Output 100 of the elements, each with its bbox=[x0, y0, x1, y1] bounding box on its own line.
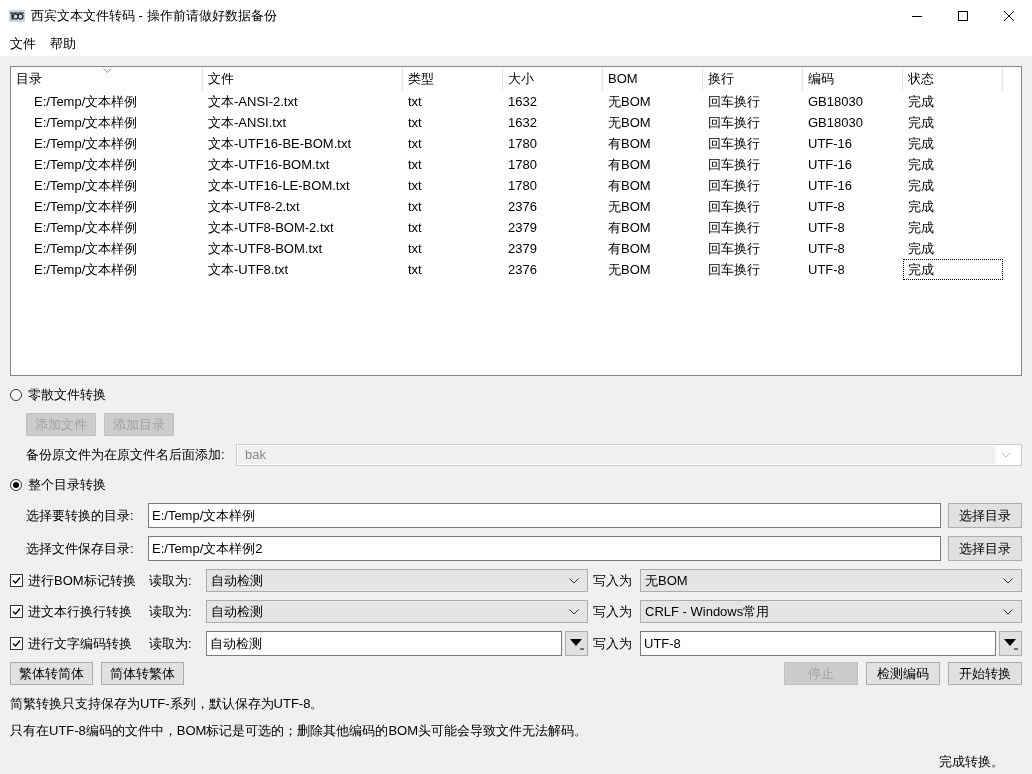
dropdown-button[interactable] bbox=[565, 631, 588, 656]
table-cell-text: 无BOM bbox=[607, 261, 652, 279]
note-text: 简繁转换只支持保存为UTF-系列，默认保存为UTF-8。 bbox=[10, 695, 325, 712]
table-cell-text: 回车换行 bbox=[707, 114, 761, 132]
table-cell-text: 文本-UTF8-BOM.txt bbox=[207, 240, 324, 258]
write-as-combo[interactable]: UTF-8 bbox=[640, 631, 996, 656]
table-cell-text: 2376 bbox=[507, 198, 538, 216]
table-cell-text: 文本-UTF16-BE-BOM.txt bbox=[207, 135, 352, 153]
start-button[interactable]: 开始转换 bbox=[948, 662, 1022, 685]
radio-label[interactable]: 整个目录转换 bbox=[28, 476, 106, 494]
table-cell-text: txt bbox=[407, 198, 423, 216]
table-cell-text: 完成 bbox=[907, 240, 935, 258]
table-cell-text: 1780 bbox=[507, 177, 538, 195]
triangle-down-icon bbox=[1003, 637, 1018, 650]
table-cell-text: 无BOM bbox=[607, 198, 652, 216]
table-cell-text: 有BOM bbox=[607, 177, 652, 195]
table-cell-text: 无BOM bbox=[607, 93, 652, 111]
column-header[interactable]: 目录 bbox=[11, 67, 203, 91]
column-header[interactable]: 文件 bbox=[203, 67, 403, 91]
table-cell-text: 完成 bbox=[907, 93, 935, 111]
write-as-combo[interactable]: CRLF - Windows常用 bbox=[640, 600, 1022, 623]
write-as-combo[interactable]: 无BOM bbox=[640, 569, 1022, 592]
table-cell-text: 完成 bbox=[907, 135, 935, 153]
table-cell-text: txt bbox=[407, 135, 423, 153]
table-cell-text: 回车换行 bbox=[707, 93, 761, 111]
choose-directory-button[interactable]: 选择目录 bbox=[948, 503, 1022, 528]
read-as-combo[interactable]: 自动检测 bbox=[206, 631, 562, 656]
read-as-label: 读取为: bbox=[148, 571, 193, 590]
radio-label[interactable]: 零散文件转换 bbox=[28, 386, 106, 404]
detect-encoding-button[interactable]: 检测编码 bbox=[866, 662, 940, 685]
checkbox-label[interactable]: 进行BOM标记转换 bbox=[28, 571, 136, 590]
column-header[interactable]: 大小 bbox=[503, 67, 603, 91]
table-cell-text: txt bbox=[407, 240, 423, 258]
table-cell-text: UTF-8 bbox=[807, 261, 846, 279]
menu-item[interactable]: 帮助 bbox=[43, 35, 83, 53]
table-cell-text: txt bbox=[407, 114, 423, 132]
table-cell-text: 回车换行 bbox=[707, 240, 761, 258]
dropdown-button[interactable] bbox=[999, 631, 1022, 656]
table-cell-text: 回车换行 bbox=[707, 219, 761, 237]
table-cell-text: 回车换行 bbox=[707, 135, 761, 153]
convert-button[interactable]: 繁体转简体 bbox=[10, 662, 93, 685]
checkbox-label[interactable]: 进文本行换行转换 bbox=[28, 602, 132, 621]
table-cell-text: txt bbox=[407, 219, 423, 237]
window-title: 西宾文本文件转码 - 操作前请做好数据备份 bbox=[31, 7, 278, 25]
table-cell-text: 文本-UTF16-LE-BOM.txt bbox=[207, 177, 351, 195]
table-cell-text: UTF-16 bbox=[807, 156, 854, 174]
table-cell-text: 完成 bbox=[907, 114, 935, 132]
checkbox[interactable] bbox=[10, 605, 23, 618]
checkbox-label[interactable]: 进行文字编码转换 bbox=[28, 634, 132, 653]
table-cell-text: GB18030 bbox=[807, 93, 864, 111]
table-cell-text: txt bbox=[407, 93, 423, 111]
choose-directory-button[interactable]: 选择目录 bbox=[948, 536, 1022, 561]
table-cell-text: 文本-ANSI-2.txt bbox=[207, 93, 299, 111]
table-cell-text: UTF-8 bbox=[807, 198, 846, 216]
table-cell-text: 文本-ANSI.txt bbox=[207, 114, 287, 132]
table-cell-text: 文本-UTF8-BOM-2.txt bbox=[207, 219, 335, 237]
write-as-label: 写入为 bbox=[592, 602, 633, 621]
checkbox[interactable] bbox=[10, 574, 23, 587]
column-header[interactable]: 状态 bbox=[903, 67, 1003, 91]
read-as-combo[interactable]: 自动检测 bbox=[206, 569, 588, 592]
directory-field[interactable]: E:/Temp/文本样例 bbox=[148, 503, 941, 528]
table-cell-text: 有BOM bbox=[607, 219, 652, 237]
column-header[interactable]: 类型 bbox=[403, 67, 503, 91]
column-header[interactable]: 编码 bbox=[803, 67, 903, 91]
table-cell-text: E:/Temp/文本样例 bbox=[33, 114, 139, 132]
note-text: 只有在UTF-8编码的文件中，BOM标记是可选的；删除其他编码的BOM头可能会导致文件无法解码。 bbox=[10, 722, 589, 739]
table-cell-text: 2376 bbox=[507, 261, 538, 279]
status-text: 完成转换。 bbox=[939, 753, 1004, 771]
table-cell-text: E:/Temp/文本样例 bbox=[33, 219, 139, 237]
chevron-down-icon bbox=[1003, 577, 1013, 584]
table-cell-text: UTF-8 bbox=[807, 240, 846, 258]
table-cell-text: 有BOM bbox=[607, 240, 652, 258]
table-cell-text: E:/Temp/文本样例 bbox=[33, 240, 139, 258]
close-icon[interactable] bbox=[1004, 11, 1014, 21]
directory-field[interactable]: E:/Temp/文本样例2 bbox=[148, 536, 941, 561]
table-cell-text: E:/Temp/文本样例 bbox=[33, 198, 139, 216]
convert-button[interactable]: 简体转繁体 bbox=[101, 662, 184, 685]
chevron-down-icon bbox=[569, 577, 579, 584]
table-cell-text: E:/Temp/文本样例 bbox=[33, 135, 139, 153]
table-cell-text: E:/Temp/文本样例 bbox=[33, 93, 139, 111]
chevron-down-icon bbox=[1003, 608, 1013, 615]
table-cell-text: E:/Temp/文本样例 bbox=[33, 177, 139, 195]
menu-item[interactable]: 文件 bbox=[3, 35, 43, 53]
table-cell-text: 1780 bbox=[507, 156, 538, 174]
table-cell-text: 回车换行 bbox=[707, 177, 761, 195]
table-cell-text: 完成 bbox=[907, 156, 935, 174]
table-cell-text: UTF-16 bbox=[807, 135, 854, 153]
checkbox[interactable] bbox=[10, 637, 23, 650]
table-cell-text: 有BOM bbox=[607, 156, 652, 174]
column-header[interactable]: BOM bbox=[603, 67, 703, 91]
table-cell-text: 文本-UTF8-2.txt bbox=[207, 198, 301, 216]
column-header[interactable]: 换行 bbox=[703, 67, 803, 91]
read-as-combo[interactable]: 自动检测 bbox=[206, 600, 588, 623]
write-as-label: 写入为 bbox=[592, 634, 633, 653]
table-cell-text: GB18030 bbox=[807, 114, 864, 132]
table-cell-text: txt bbox=[407, 261, 423, 279]
maximize-icon[interactable] bbox=[958, 11, 968, 21]
radio-button[interactable] bbox=[10, 389, 22, 401]
backup-suffix-label: 备份原文件为在原文件名后面添加: bbox=[26, 446, 226, 464]
radio-button[interactable] bbox=[10, 479, 22, 491]
